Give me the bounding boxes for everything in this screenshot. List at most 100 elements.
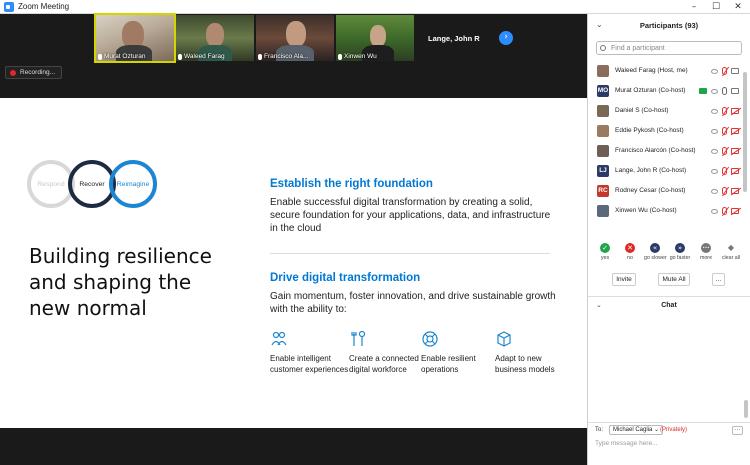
feature-item: Enable resilient operations xyxy=(421,330,501,375)
video-tile-name: Lange, John R xyxy=(428,34,480,43)
reaction-yes[interactable]: ✓ yes xyxy=(594,243,616,261)
chat-more-button[interactable]: ··· xyxy=(732,426,743,435)
participants-header: ⌄ Participants (93) xyxy=(588,14,750,36)
participant-row[interactable]: Waleed Farag (Host, me) xyxy=(588,61,743,81)
participant-name: Murat Ozturan (Co-host) xyxy=(615,87,686,94)
meeting-area: Murat Ozturan Waleed Farag Francisco Ala… xyxy=(0,13,587,465)
view-icon xyxy=(711,128,718,134)
recipient-dropdown[interactable]: Michael Caglia ⌄ xyxy=(609,425,664,435)
camera-off-icon[interactable] xyxy=(731,148,739,154)
camera-off-icon[interactable] xyxy=(731,168,739,174)
reaction-clear-all[interactable]: ◆ clear all xyxy=(720,243,742,261)
people-icon xyxy=(271,331,287,346)
search-placeholder: Find a participant xyxy=(611,45,665,52)
video-tile-name: Murat Ozturan xyxy=(104,53,146,60)
participant-search-input[interactable]: Find a participant xyxy=(596,41,742,55)
participant-name: Eddie Pykosh (Co-host) xyxy=(615,127,684,134)
video-strip: Murat Ozturan Waleed Farag Francisco Ala… xyxy=(0,13,587,98)
mute-all-button[interactable]: Mute All xyxy=(658,273,690,286)
lifebuoy-icon xyxy=(422,331,438,347)
record-dot-icon xyxy=(10,69,16,76)
chat-scrollbar[interactable] xyxy=(744,400,748,418)
invite-button[interactable]: Invite xyxy=(612,273,636,286)
mic-muted-icon[interactable] xyxy=(722,187,727,195)
nonverbal-feedback-bar: ✓ yes ✕ no « go slower » go faster ••• m… xyxy=(588,243,750,267)
mic-muted-icon[interactable] xyxy=(722,207,727,215)
camera-off-icon[interactable] xyxy=(731,108,739,114)
avatar xyxy=(597,65,609,77)
reaction-go-faster[interactable]: » go faster xyxy=(669,243,691,261)
camera-icon[interactable] xyxy=(731,88,739,94)
participant-row[interactable]: Eddie Pykosh (Co-host) xyxy=(588,121,743,141)
participant-row[interactable]: Daniel S (Co-host) xyxy=(588,101,743,121)
video-tile[interactable]: Murat Ozturan xyxy=(94,13,176,63)
avatar xyxy=(597,105,609,117)
camera-off-icon[interactable] xyxy=(731,128,739,134)
scroll-thumb[interactable] xyxy=(743,72,747,192)
screen-share-icon xyxy=(699,88,707,94)
participant-row[interactable]: LJ Lange, John R (Co-host) xyxy=(588,161,743,181)
view-icon xyxy=(711,68,718,74)
participant-row[interactable]: RC Rodney Cesar (Co-host) xyxy=(588,181,743,201)
feature-text: Enable resilient operations xyxy=(421,354,476,374)
video-tile[interactable]: Francisco Ala... xyxy=(256,15,334,61)
camera-off-icon[interactable] xyxy=(731,208,739,214)
chat-header: ⌄ Chat xyxy=(588,296,750,312)
mic-muted-icon[interactable] xyxy=(722,67,727,75)
camera-icon[interactable] xyxy=(731,68,739,74)
title-bar: Zoom Meeting – ☐ ✕ xyxy=(0,0,750,14)
clear-icon: ◆ xyxy=(727,243,735,252)
avatar: LJ xyxy=(597,165,609,177)
recording-indicator[interactable]: Recording... xyxy=(5,66,63,79)
view-icon xyxy=(711,88,718,94)
reaction-more[interactable]: ••• more xyxy=(695,243,717,261)
participant-name: Waleed Farag (Host, me) xyxy=(615,67,688,74)
reaction-label: no xyxy=(627,255,633,261)
mic-icon xyxy=(178,53,182,60)
avatar: MO xyxy=(597,85,609,97)
video-tile-name: Francisco Ala... xyxy=(264,53,309,60)
mic-icon[interactable] xyxy=(722,87,727,95)
search-icon xyxy=(600,45,606,51)
video-tile-name: Waleed Farag xyxy=(184,53,225,60)
participant-row[interactable]: Xinwen Wu (Co-host) xyxy=(588,201,743,221)
more-options-button[interactable]: ... xyxy=(712,273,725,286)
camera-off-icon[interactable] xyxy=(731,188,739,194)
participant-name: Daniel S (Co-host) xyxy=(615,107,669,114)
participants-scrollbar[interactable] xyxy=(743,60,747,230)
chat-message-input[interactable]: Type message here... xyxy=(595,440,658,447)
privacy-label: (Privately) xyxy=(660,427,688,433)
section-text: Enable successful digital transformation… xyxy=(270,197,551,234)
ring-label: Reimagine xyxy=(116,181,150,188)
reaction-label: yes xyxy=(600,255,610,261)
avatar xyxy=(597,145,609,157)
mic-muted-icon[interactable] xyxy=(722,107,727,115)
close-button[interactable]: ✕ xyxy=(728,0,748,14)
mic-muted-icon[interactable] xyxy=(722,127,727,135)
participant-name: Xinwen Wu (Co-host) xyxy=(615,207,677,214)
participant-row[interactable]: Francisco Alarcón (Co-host) xyxy=(588,141,743,161)
avatar xyxy=(597,125,609,137)
reimagine-ring: Reimagine xyxy=(109,160,157,208)
view-icon xyxy=(711,148,718,154)
next-page-arrow-icon[interactable]: › xyxy=(499,31,513,45)
avatar xyxy=(597,205,609,217)
feature-text: Create a connected digital workforce xyxy=(349,354,419,374)
video-tile[interactable]: Xinwen Wu xyxy=(336,15,414,61)
fast-forward-icon: » xyxy=(675,243,685,253)
participants-title: Participants (93) xyxy=(639,21,699,30)
mic-muted-icon[interactable] xyxy=(722,167,727,175)
view-icon xyxy=(711,208,718,214)
participant-row[interactable]: MO Murat Ozturan (Co-host) xyxy=(588,81,743,101)
reaction-go-slower[interactable]: « go slower xyxy=(644,243,667,261)
view-icon xyxy=(711,188,718,194)
slide-headline: Building resilience and shaping the new … xyxy=(29,244,212,320)
minimize-button[interactable]: – xyxy=(684,0,704,14)
maximize-button[interactable]: ☐ xyxy=(706,0,726,14)
participant-name: Francisco Alarcón (Co-host) xyxy=(615,147,696,154)
video-tile-name-only[interactable]: Lange, John R xyxy=(416,15,494,61)
video-tile[interactable]: Waleed Farag xyxy=(176,15,254,61)
ring-label: Respond xyxy=(37,181,65,188)
reaction-no[interactable]: ✕ no xyxy=(619,243,641,261)
mic-muted-icon[interactable] xyxy=(722,147,727,155)
